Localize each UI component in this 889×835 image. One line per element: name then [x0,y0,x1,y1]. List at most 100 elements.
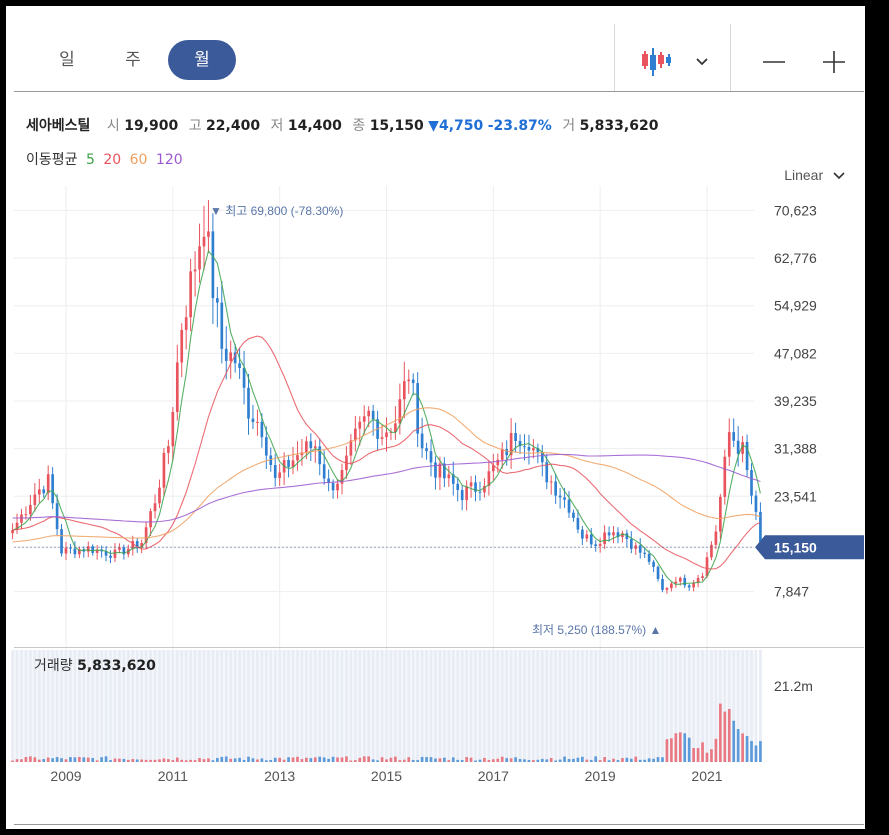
volume-bar [20,759,23,762]
candle-body [736,440,740,454]
volume-bar [126,759,130,762]
volume-bar [242,759,246,762]
volume-bar [603,757,606,762]
volume-bar [554,760,557,762]
volume-bar [140,759,144,762]
volume-bar [465,757,468,762]
volume-bar [652,758,655,762]
candle-body [349,440,353,456]
volume-bar [149,759,152,762]
price-chart[interactable]: 70,623 62,776 54,929 47,082 39,235 31,388 23,5… [6,6,865,829]
volume-bar [491,759,495,762]
volume-bar [487,760,491,762]
candle-body [193,269,197,272]
volume-bar [42,759,46,762]
volume-bar [576,757,580,762]
volume-bar [509,758,513,762]
volume-bar [327,758,330,762]
candle-body [469,482,473,487]
candle-body [69,547,72,549]
candle-body [202,236,206,247]
volume-bar [398,760,402,762]
candle-body [238,363,241,368]
candle-body [64,547,68,554]
volume-bar [193,760,197,762]
volume-bar [305,757,308,762]
candle-body [158,487,161,504]
candle-body [216,298,219,303]
volume-bar [82,757,86,762]
volume-bar [460,759,464,762]
candle-body [523,446,526,448]
candle-body [656,566,660,580]
candle-body [220,302,224,349]
candle-body [37,489,41,495]
candle-body [420,433,424,449]
volume-bar [167,759,170,762]
volume-bar [536,759,540,762]
candle-body [576,517,580,530]
candle-body [380,437,384,439]
candle-body [456,483,460,491]
candle-body [309,441,313,449]
volume-bar [158,759,161,762]
candle-body [318,446,322,465]
volume-bar [180,759,184,762]
volume-bar [202,759,206,762]
candle-body [175,362,179,413]
volume-bar [251,758,255,762]
candle-body [638,545,642,553]
volume-bar [153,759,157,762]
volume-bar [656,757,660,762]
volume-bar [607,760,611,762]
candle-body [171,412,175,447]
candle-body [505,449,509,456]
volume-bar [331,756,335,762]
candle-body [24,514,28,516]
volume-bar [282,759,286,762]
volume-bar [629,758,633,762]
candle-body [256,421,259,423]
volume-bar [563,756,566,762]
high-annotation: ▼ 최고 69,800 (-78.30%) [210,204,343,218]
candle-body [184,317,188,330]
candle-body [661,579,664,590]
candle-body [367,410,371,417]
y-tick-label: 31,388 [774,441,817,457]
volume-panel-value: 5,833,620 [77,658,156,674]
volume-bar [741,733,744,762]
candle-body [247,387,250,419]
candle-body [362,416,366,422]
volume-bar [162,758,166,762]
candle-body [358,421,362,429]
candle-body [51,474,54,504]
volume-bar [118,758,121,762]
candle-body [398,399,402,424]
volume-bar [33,757,37,762]
volume-bar [60,758,63,762]
x-tick-label: 2021 [691,768,722,784]
volume-bar [496,758,500,762]
volume-bar [24,757,28,762]
volume-bar [175,757,179,762]
last-price-label: 15,150 [774,539,817,555]
volume-bar [349,760,353,762]
candle-body [322,464,326,479]
volume-axis-label: 21.2m [774,678,813,694]
candle-body [598,544,602,547]
volume-bar [678,732,682,762]
volume-bar [732,720,736,762]
volume-bar [345,756,348,762]
volume-bar [371,759,375,762]
volume-bar [394,756,397,762]
candle-body [701,576,704,578]
volume-bar [670,738,673,762]
candle-body [198,246,201,270]
volume-bar [456,759,460,762]
candle-body [149,511,152,528]
candle-body [723,456,727,497]
volume-bar [100,757,103,762]
volume-bar [278,757,282,762]
volume-bar [425,757,428,762]
volume-bar [665,739,669,762]
